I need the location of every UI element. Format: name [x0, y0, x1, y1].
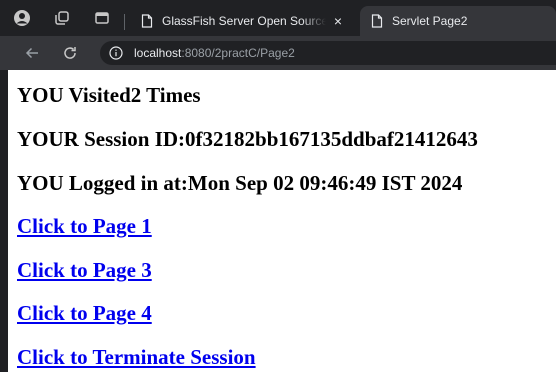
- page4-link[interactable]: Click to Page 4: [17, 301, 152, 325]
- close-icon[interactable]: ×: [330, 13, 346, 29]
- tab-bar: GlassFish Server Open Source Edition × S…: [0, 0, 556, 36]
- profile-icon[interactable]: [12, 8, 32, 28]
- page1-link[interactable]: Click to Page 1: [17, 214, 152, 238]
- url-bar[interactable]: localhost:8080/2practC/Page2: [100, 41, 556, 65]
- session-id-text: YOUR Session ID:0f32182bb167135ddbaf2141…: [17, 127, 478, 151]
- url-path: :8080/2practC/Page2: [181, 46, 295, 60]
- terminate-session-link[interactable]: Click to Terminate Session: [17, 345, 256, 369]
- login-time-text: YOU Logged in at:Mon Sep 02 09:46:49 IST…: [17, 171, 463, 195]
- info-icon[interactable]: [108, 45, 124, 61]
- workspaces-icon[interactable]: [52, 8, 72, 28]
- page3-link[interactable]: Click to Page 3: [17, 258, 152, 282]
- url-text[interactable]: localhost:8080/2practC/Page2: [134, 46, 295, 60]
- url-host: localhost: [134, 46, 182, 60]
- visits-text: YOU Visited2 Times: [17, 83, 201, 107]
- tab-title: GlassFish Server Open Source Edition: [162, 14, 326, 28]
- tab-glassfish[interactable]: GlassFish Server Open Source Edition ×: [130, 6, 356, 36]
- address-bar: localhost:8080/2practC/Page2: [0, 36, 556, 70]
- tab-separator: [124, 14, 125, 30]
- reload-icon[interactable]: [60, 43, 80, 63]
- page-content: YOU Visited2 Times YOUR Session ID:0f321…: [0, 70, 556, 372]
- page-icon: [140, 14, 154, 28]
- back-icon[interactable]: [22, 43, 42, 63]
- page-icon: [370, 14, 384, 28]
- tab-servlet-page2[interactable]: Servlet Page2: [360, 6, 556, 36]
- tab-actions-icon[interactable]: [92, 8, 112, 28]
- tab-title: Servlet Page2: [392, 14, 468, 28]
